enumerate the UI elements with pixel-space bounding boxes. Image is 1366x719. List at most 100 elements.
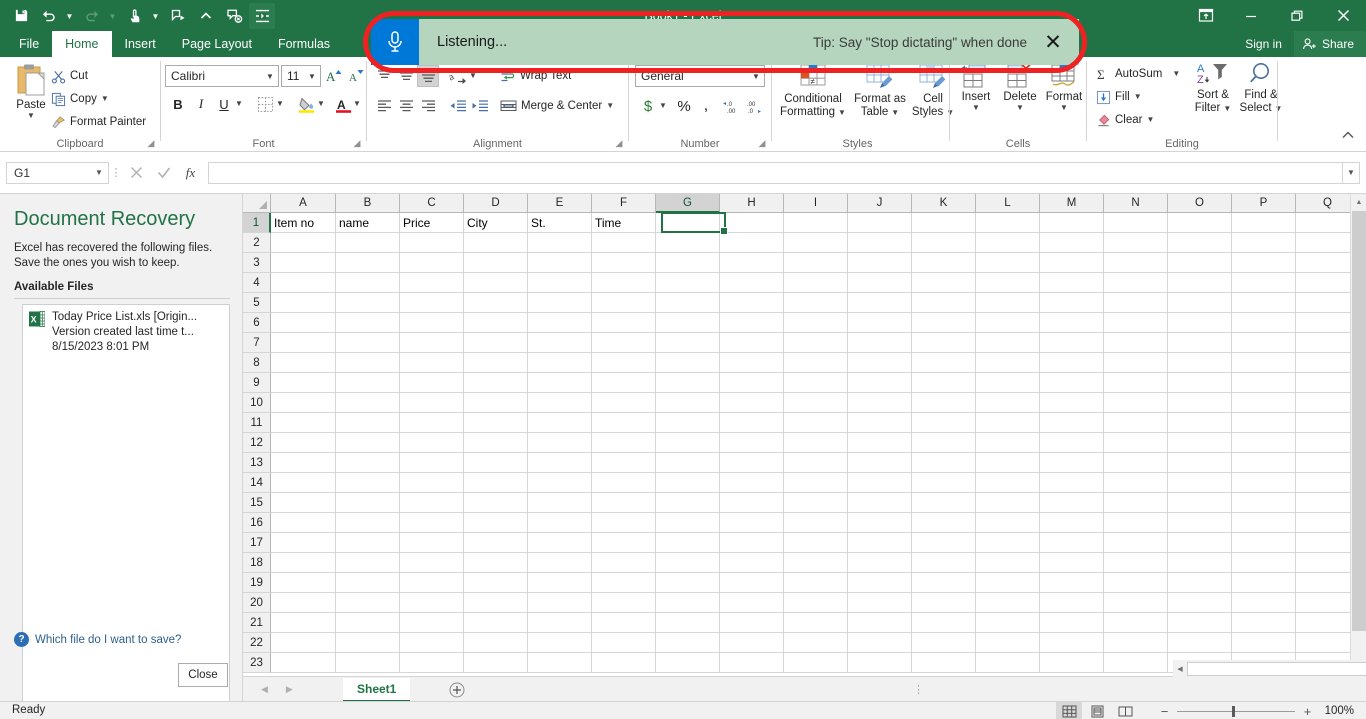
cell-K5[interactable]: [912, 293, 976, 313]
cell-J10[interactable]: [848, 393, 912, 413]
cell-O16[interactable]: [1168, 513, 1232, 533]
cell-F7[interactable]: [592, 333, 656, 353]
cell-E7[interactable]: [528, 333, 592, 353]
cell-L23[interactable]: [976, 653, 1040, 673]
cell-B8[interactable]: [336, 353, 400, 373]
cell-P18[interactable]: [1232, 553, 1296, 573]
cell-G13[interactable]: [656, 453, 720, 473]
cell-H7[interactable]: [720, 333, 784, 353]
column-header-D[interactable]: D: [464, 194, 528, 213]
cell-B2[interactable]: [336, 233, 400, 253]
cell-D20[interactable]: [464, 593, 528, 613]
formula-bar-grip[interactable]: ⋮: [109, 166, 123, 179]
comma-style-button[interactable]: ,: [695, 95, 717, 117]
cell-F18[interactable]: [592, 553, 656, 573]
cell-L5[interactable]: [976, 293, 1040, 313]
cell-N2[interactable]: [1104, 233, 1168, 253]
row-header-7[interactable]: 7: [243, 333, 271, 353]
cell-L6[interactable]: [976, 313, 1040, 333]
cell-C12[interactable]: [400, 433, 464, 453]
cell-M21[interactable]: [1040, 613, 1104, 633]
cell-I15[interactable]: [784, 493, 848, 513]
cell-H20[interactable]: [720, 593, 784, 613]
cell-J19[interactable]: [848, 573, 912, 593]
cell-J2[interactable]: [848, 233, 912, 253]
cell-F4[interactable]: [592, 273, 656, 293]
cell-L4[interactable]: [976, 273, 1040, 293]
cell-L14[interactable]: [976, 473, 1040, 493]
copy-chevron-down-icon[interactable]: ▼: [101, 95, 109, 103]
cell-N9[interactable]: [1104, 373, 1168, 393]
row-header-23[interactable]: 23: [243, 653, 271, 673]
cell-C16[interactable]: [400, 513, 464, 533]
cell-B17[interactable]: [336, 533, 400, 553]
cell-P13[interactable]: [1232, 453, 1296, 473]
cell-I14[interactable]: [784, 473, 848, 493]
cell-B18[interactable]: [336, 553, 400, 573]
cell-G23[interactable]: [656, 653, 720, 673]
row-header-12[interactable]: 12: [243, 433, 271, 453]
cell-O18[interactable]: [1168, 553, 1232, 573]
name-box[interactable]: G1 ▼: [6, 162, 109, 184]
cell-M15[interactable]: [1040, 493, 1104, 513]
recovery-help-link[interactable]: ? Which file do I want to save?: [14, 632, 181, 647]
caret-up-icon[interactable]: [193, 3, 219, 29]
underline-chevron-down-icon[interactable]: ▼: [233, 93, 245, 115]
cell-L16[interactable]: [976, 513, 1040, 533]
row-header-3[interactable]: 3: [243, 253, 271, 273]
cell-L17[interactable]: [976, 533, 1040, 553]
cell-N11[interactable]: [1104, 413, 1168, 433]
cell-B3[interactable]: [336, 253, 400, 273]
cell-D19[interactable]: [464, 573, 528, 593]
cell-H12[interactable]: [720, 433, 784, 453]
zoom-slider-handle[interactable]: [1232, 706, 1235, 717]
row-header-9[interactable]: 9: [243, 373, 271, 393]
format-cells-button[interactable]: Format ▼: [1042, 63, 1086, 112]
cell-N20[interactable]: [1104, 593, 1168, 613]
cell-E3[interactable]: [528, 253, 592, 273]
fill-color-button[interactable]: [295, 93, 317, 115]
scroll-up-icon[interactable]: ▲: [1351, 194, 1366, 211]
cell-area[interactable]: Item nonamePriceCitySt.Time: [271, 213, 1360, 673]
cell-I20[interactable]: [784, 593, 848, 613]
row-header-10[interactable]: 10: [243, 393, 271, 413]
cell-D16[interactable]: [464, 513, 528, 533]
paste-chevron-down-icon[interactable]: ▼: [27, 112, 35, 120]
cell-A15[interactable]: [271, 493, 336, 513]
cell-H16[interactable]: [720, 513, 784, 533]
cell-G9[interactable]: [656, 373, 720, 393]
fill-button[interactable]: Fill ▼: [1093, 86, 1145, 108]
column-header-L[interactable]: L: [976, 194, 1040, 213]
bold-button[interactable]: B: [167, 93, 189, 115]
decrease-indent-button[interactable]: [447, 95, 469, 117]
zoom-percentage[interactable]: 100%: [1320, 705, 1354, 717]
cell-L11[interactable]: [976, 413, 1040, 433]
sort-filter-button[interactable]: AZ Sort & Filter ▼: [1190, 61, 1236, 115]
cell-K23[interactable]: [912, 653, 976, 673]
cell-K16[interactable]: [912, 513, 976, 533]
cell-J5[interactable]: [848, 293, 912, 313]
autosum-chevron-down-icon[interactable]: ▼: [1172, 70, 1180, 78]
cell-E15[interactable]: [528, 493, 592, 513]
cell-K14[interactable]: [912, 473, 976, 493]
vertical-scroll-thumb[interactable]: [1352, 211, 1366, 631]
cell-A14[interactable]: [271, 473, 336, 493]
delete-cells-chevron-down-icon[interactable]: ▼: [1016, 104, 1024, 112]
cell-O5[interactable]: [1168, 293, 1232, 313]
cell-N23[interactable]: [1104, 653, 1168, 673]
cell-M4[interactable]: [1040, 273, 1104, 293]
cell-B23[interactable]: [336, 653, 400, 673]
insert-function-icon[interactable]: fx: [177, 161, 204, 185]
cell-F20[interactable]: [592, 593, 656, 613]
cell-G8[interactable]: [656, 353, 720, 373]
row-header-4[interactable]: 4: [243, 273, 271, 293]
cell-H14[interactable]: [720, 473, 784, 493]
cell-O8[interactable]: [1168, 353, 1232, 373]
align-bottom-button[interactable]: [417, 65, 439, 87]
cell-M12[interactable]: [1040, 433, 1104, 453]
cell-N12[interactable]: [1104, 433, 1168, 453]
cell-F11[interactable]: [592, 413, 656, 433]
cell-C13[interactable]: [400, 453, 464, 473]
cell-C5[interactable]: [400, 293, 464, 313]
font-family-chevron-down-icon[interactable]: ▼: [262, 72, 278, 81]
